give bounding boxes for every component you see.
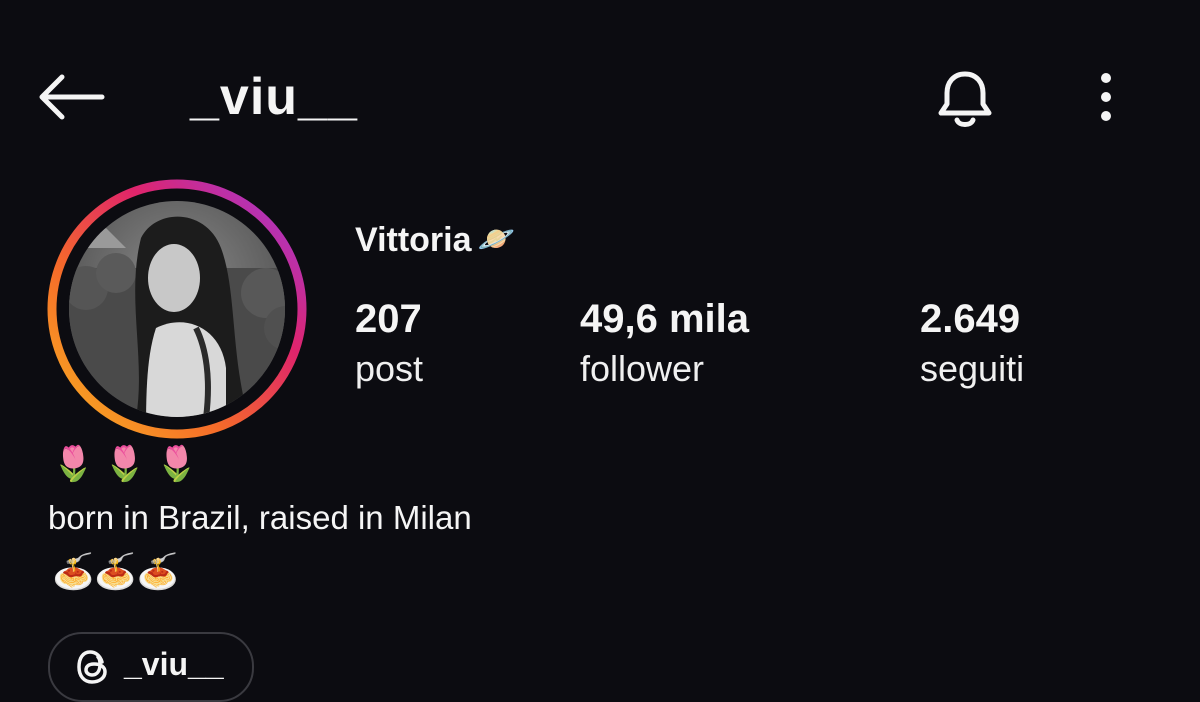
more-options-button[interactable] bbox=[1086, 62, 1126, 132]
threads-handle: _viu__ bbox=[124, 646, 224, 682]
bio-tulips: 🌷 🌷 🌷 bbox=[52, 445, 198, 483]
display-name: Vittoria 🪐 bbox=[355, 220, 515, 260]
stat-followers[interactable]: 49,6 mila follower bbox=[580, 294, 749, 394]
notifications-button[interactable] bbox=[928, 62, 1002, 136]
stat-posts[interactable]: 207 post bbox=[355, 294, 423, 394]
arrow-left-icon bbox=[39, 74, 105, 120]
stat-label: follower bbox=[580, 348, 705, 389]
stat-value: 2.649 bbox=[920, 297, 1021, 341]
bio-spaghetti: 🍝🍝🍝 bbox=[52, 553, 180, 591]
display-name-text: Vittoria bbox=[355, 221, 472, 259]
bell-icon bbox=[938, 71, 992, 127]
bio-text: born in Brazil, raised in Milan bbox=[48, 499, 472, 536]
threads-icon bbox=[77, 650, 107, 684]
stat-value: 49,6 mila bbox=[580, 297, 750, 341]
stat-value: 207 bbox=[355, 297, 422, 341]
avatar-image bbox=[47, 179, 307, 439]
stat-label: seguiti bbox=[920, 348, 1025, 389]
stat-following[interactable]: 2.649 seguiti bbox=[920, 294, 1024, 394]
planet-emoji: 🪐 bbox=[477, 223, 515, 256]
more-vertical-icon bbox=[1101, 73, 1111, 121]
avatar[interactable] bbox=[46, 178, 308, 440]
stat-label: post bbox=[355, 348, 424, 389]
profile-username: _viu__ bbox=[190, 68, 358, 126]
threads-link-button[interactable]: _viu__ bbox=[48, 632, 254, 702]
back-button[interactable] bbox=[30, 62, 110, 132]
